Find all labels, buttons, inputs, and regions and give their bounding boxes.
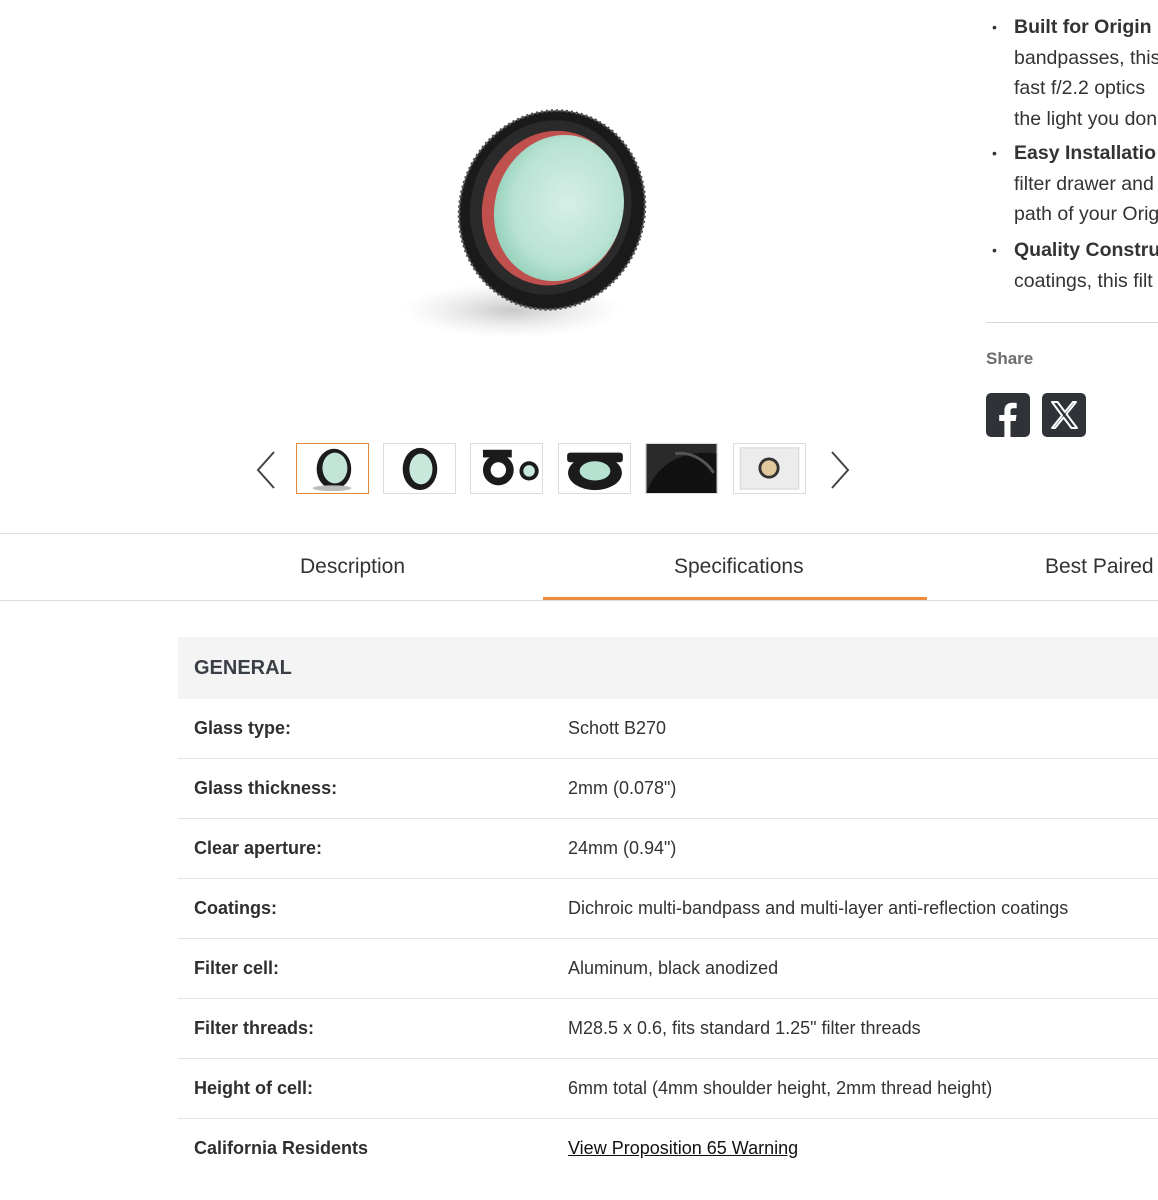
proposition-65-warning-link[interactable]: View Proposition 65 Warning <box>568 1138 798 1158</box>
table-row: Clear aperture: 24mm (0.94") <box>178 819 1158 879</box>
spec-label: California Residents <box>194 1138 369 1158</box>
spec-value: 2mm (0.078") <box>568 778 677 798</box>
tab-specifications[interactable]: Specifications <box>674 534 804 600</box>
product-tabs: Description Specifications Best Paired W <box>0 533 1158 601</box>
spec-value: Dichroic multi-bandpass and multi-layer … <box>568 898 1069 918</box>
spec-value-link-cell: View Proposition 65 Warning <box>568 1119 798 1178</box>
table-row: Glass thickness: 2mm (0.078") <box>178 759 1158 819</box>
spec-label: Height of cell: <box>194 1078 314 1098</box>
feature-text: filter drawer and <box>1014 172 1154 195</box>
feature-title: Built for Origin <box>1014 16 1152 38</box>
spec-label: Glass type: <box>194 718 292 738</box>
feature-text: coatings, this filt <box>1014 269 1153 292</box>
thumbnail-4[interactable] <box>558 443 631 494</box>
spec-label: Clear aperture: <box>194 838 323 858</box>
product-details-panel: • Built for Origin bandpasses, this fast… <box>986 0 1158 460</box>
feature-title: Easy Installatio <box>1014 142 1156 164</box>
active-tab-indicator <box>543 597 927 600</box>
tab-description[interactable]: Description <box>300 534 405 600</box>
table-row: Coatings: Dichroic multi-bandpass and mu… <box>178 879 1158 939</box>
spec-value: 24mm (0.94") <box>568 838 677 858</box>
facebook-share-button[interactable] <box>986 393 1030 437</box>
thumbnail-2[interactable] <box>383 443 456 494</box>
spec-value: Schott B270 <box>568 718 667 738</box>
spec-label: Coatings: <box>194 898 277 918</box>
tab-best-paired-with[interactable]: Best Paired W <box>1045 534 1158 600</box>
specifications-table: GENERAL Glass type: Schott B270 Glass th… <box>178 637 1158 1178</box>
feature-text: fast f/2.2 optics <box>1014 77 1146 99</box>
facebook-icon <box>999 402 1017 437</box>
share-label: Share <box>986 349 1034 368</box>
feature-text: path of your Orig <box>1014 203 1158 225</box>
spec-label: Filter cell: <box>194 958 280 978</box>
table-row: Glass type: Schott B270 <box>178 699 1158 759</box>
spec-label: Filter threads: <box>194 1018 315 1038</box>
next-image-arrow-icon[interactable] <box>826 448 852 492</box>
spec-value: 6mm total (4mm shoulder height, 2mm thre… <box>568 1078 993 1098</box>
thumbnail-1[interactable] <box>296 443 369 494</box>
thumbnail-6[interactable] <box>733 443 806 494</box>
spec-value: M28.5 x 0.6, fits standard 1.25" filter … <box>568 1018 921 1038</box>
table-row: Height of cell: 6mm total (4mm shoulder … <box>178 1059 1158 1119</box>
thumbnail-3[interactable] <box>470 443 543 494</box>
spec-label: Glass thickness: <box>194 778 338 798</box>
x-share-button[interactable] <box>1042 393 1086 437</box>
feature-text: bandpasses, this <box>1014 46 1158 69</box>
table-row: Filter cell: Aluminum, black anodized <box>178 939 1158 999</box>
feature-text: the light you don <box>1014 107 1158 130</box>
section-title: GENERAL <box>178 637 1158 699</box>
table-row: California Residents View Proposition 65… <box>178 1119 1158 1178</box>
thumbnail-5[interactable] <box>645 443 718 494</box>
feature-title: Quality Constru <box>1014 239 1158 261</box>
product-image <box>392 70 692 370</box>
divider <box>986 322 1158 323</box>
spec-value: Aluminum, black anodized <box>568 958 779 978</box>
x-icon <box>1051 401 1078 429</box>
previous-image-arrow-icon[interactable] <box>254 448 280 492</box>
table-row: Filter threads: M28.5 x 0.6, fits standa… <box>178 999 1158 1059</box>
